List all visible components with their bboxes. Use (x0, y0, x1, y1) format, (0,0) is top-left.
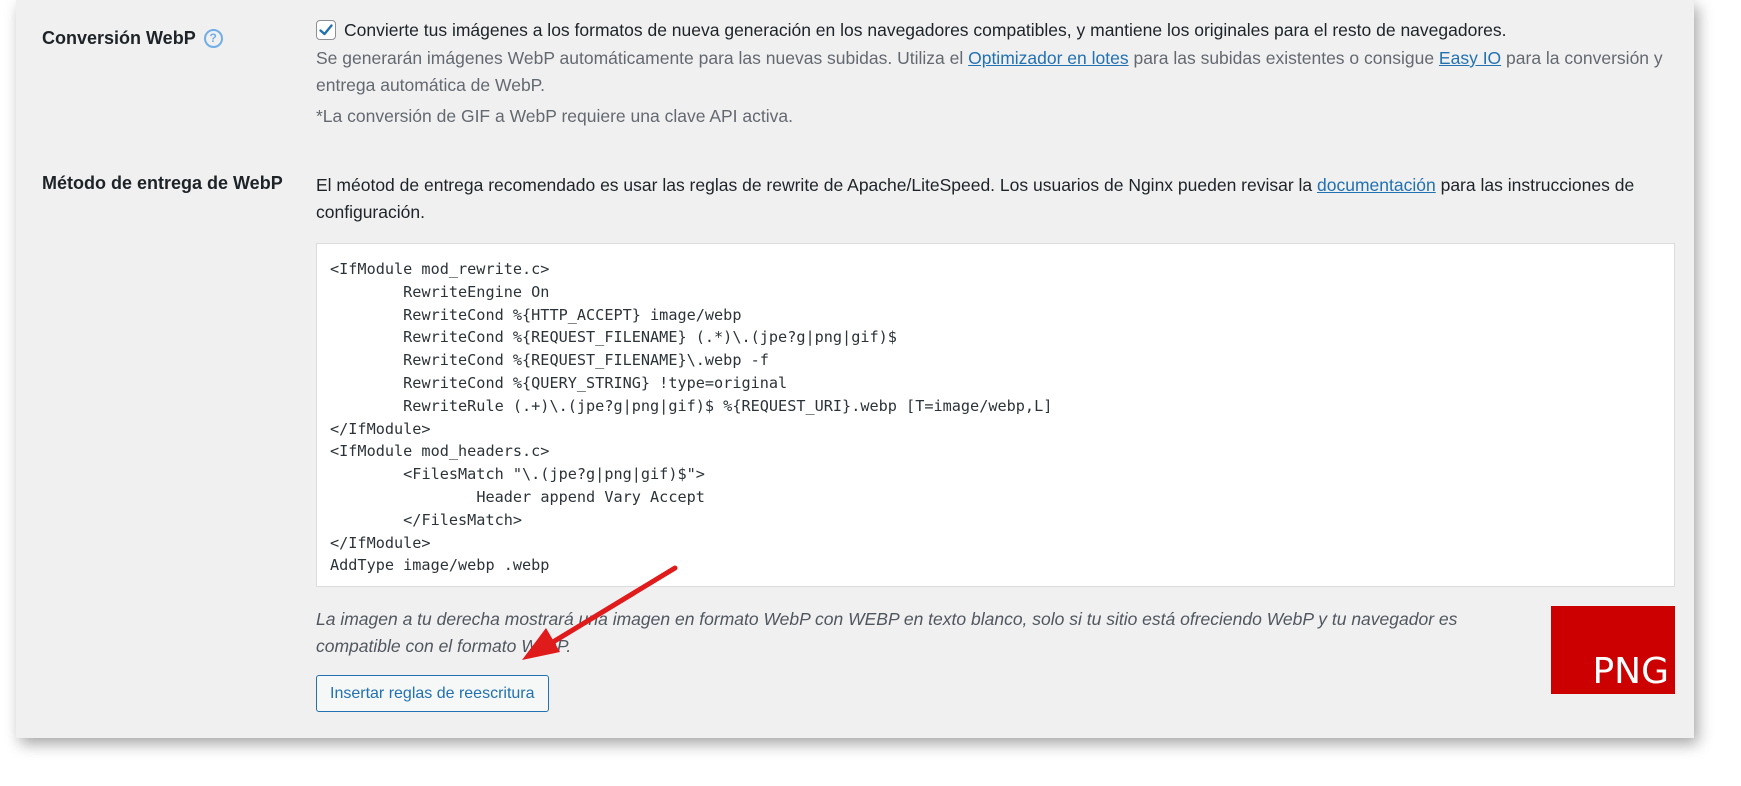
rewrite-rules-code[interactable]: <IfModule mod_rewrite.c> RewriteEngine O… (316, 243, 1675, 587)
settings-panel: Conversión WebP? Convierte tus imágenes … (16, 0, 1694, 738)
desc-text-2: para las subidas existentes o consigue (1128, 48, 1439, 68)
question-circle-icon[interactable]: ? (203, 29, 223, 48)
insert-rewrite-rules-button[interactable]: Insertar reglas de reescritura (316, 675, 549, 712)
delivery-method-intro: El méotod de entrega recomendado es usar… (316, 172, 1676, 226)
webp-conversion-checkbox-label: Convierte tus imágenes a los formatos de… (344, 20, 1507, 40)
webp-conversion-checkbox[interactable] (316, 20, 336, 40)
checkmark-icon (319, 24, 333, 36)
webp-conversion-field: Convierte tus imágenes a los formatos de… (316, 17, 1676, 130)
bulk-optimizer-link[interactable]: Optimizador en lotes (968, 48, 1129, 68)
webp-test-image-text: PNG (1592, 651, 1669, 692)
webp-test-description: La imagen a tu derecha mostrará una imag… (316, 609, 1458, 656)
webp-conversion-checkbox-row[interactable]: Convierte tus imágenes a los formatos de… (316, 17, 1676, 44)
webp-conversion-description: Se generarán imágenes WebP automáticamen… (316, 45, 1676, 99)
easy-io-link[interactable]: Easy IO (1439, 48, 1501, 68)
documentation-link[interactable]: documentación (1317, 175, 1436, 195)
gif-conversion-note: *La conversión de GIF a WebP requiere un… (316, 106, 793, 126)
webp-test-image: PNG (1551, 606, 1675, 694)
delivery-method-label: Método de entrega de WebP (42, 173, 283, 193)
desc-text-1: Se generarán imágenes WebP automáticamen… (316, 48, 969, 68)
webp-conversion-label: Conversión WebP (42, 28, 196, 48)
intro-text-1: El méotod de entrega recomendado es usar… (316, 175, 1318, 195)
webp-conversion-row-label: Conversión WebP? (42, 28, 223, 49)
